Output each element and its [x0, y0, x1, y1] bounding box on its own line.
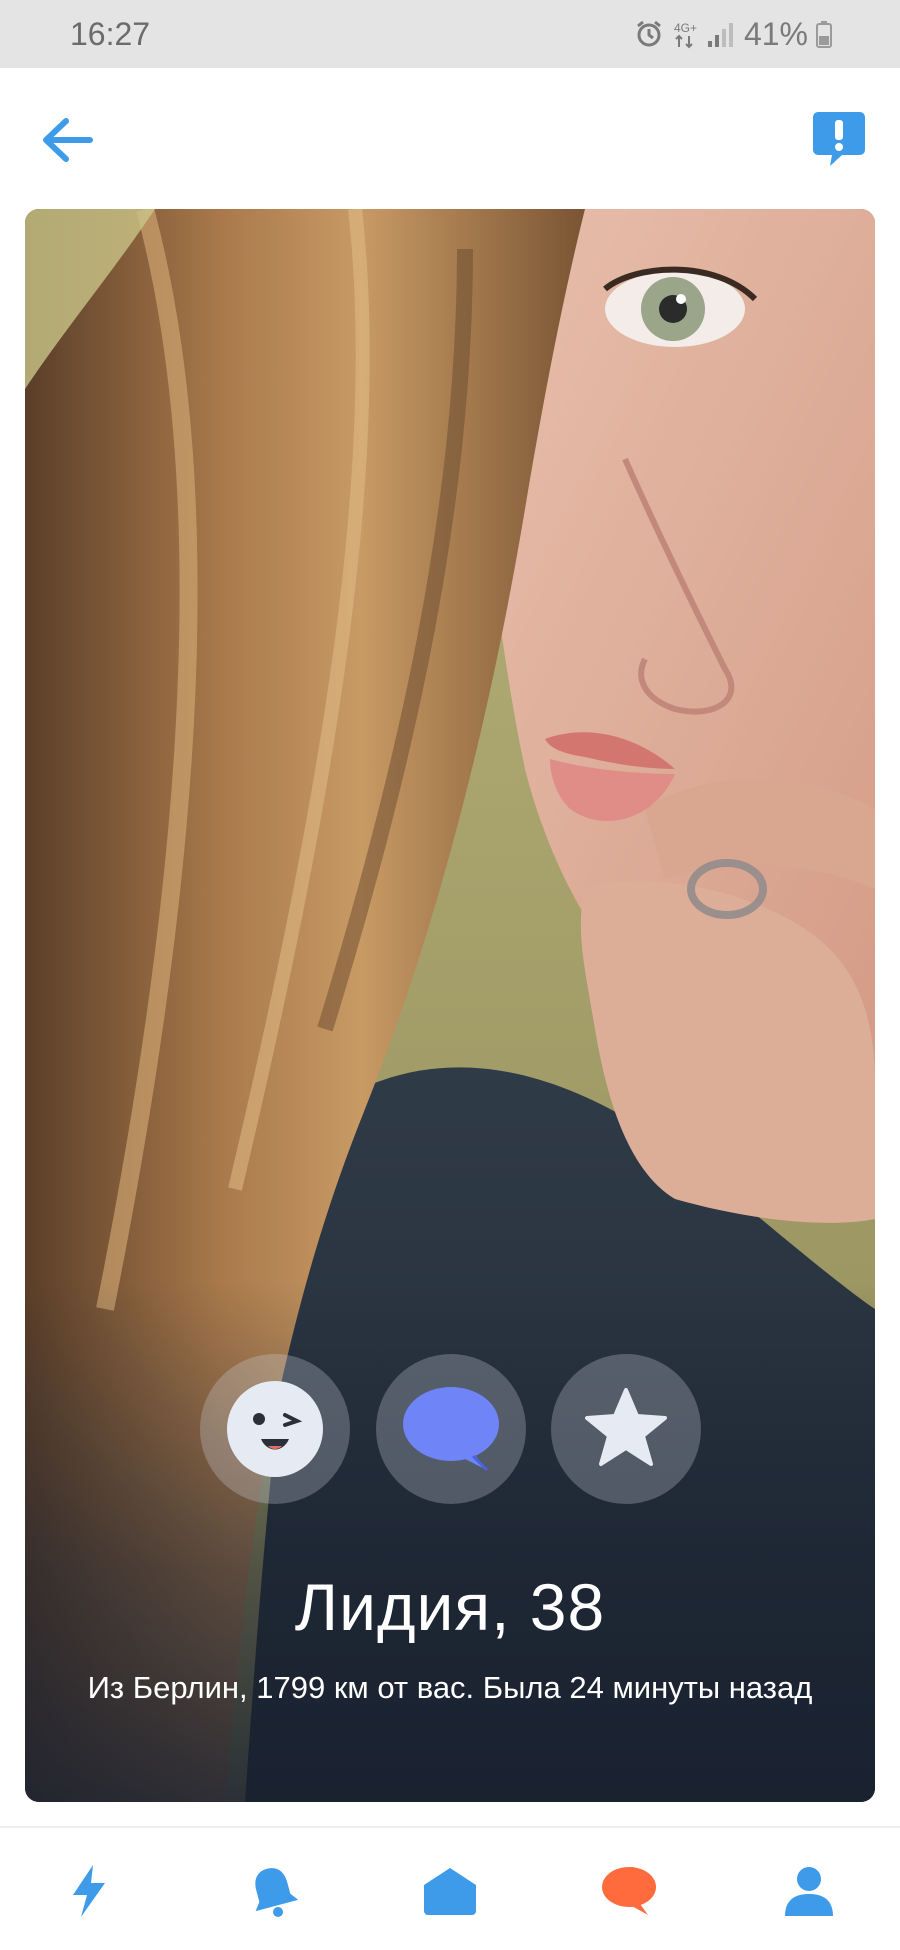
report-button[interactable] [812, 110, 866, 170]
profile-name: Лидия, 38 [294, 1570, 606, 1644]
chat-icon [602, 1867, 656, 1915]
status-bar: 16:27 4G+ 41% [0, 0, 900, 68]
profile-details: Из Берлин, 1799 км от вас. Была 24 минут… [87, 1670, 813, 1705]
svg-text:4G+: 4G+ [674, 21, 697, 35]
arrow-left-icon [43, 118, 93, 162]
chat-bubble-icon [403, 1387, 499, 1472]
back-button[interactable] [38, 110, 98, 170]
bell-icon [255, 1868, 298, 1917]
favorite-button[interactable] [551, 1354, 701, 1504]
top-bar [0, 68, 900, 208]
message-button[interactable] [376, 1354, 526, 1504]
nav-profile[interactable] [774, 1856, 844, 1926]
profile-card[interactable]: Лидия, 38 Из Берлин, 1799 км от вас. Был… [25, 209, 875, 1802]
status-time: 16:27 [70, 16, 151, 52]
star-icon [585, 1388, 667, 1466]
signal-icon [707, 23, 733, 47]
nav-messages[interactable] [594, 1856, 664, 1926]
wink-button[interactable] [200, 1354, 350, 1504]
network-4g-icon: 4G+ [674, 21, 697, 49]
nav-flash[interactable] [54, 1856, 124, 1926]
alarm-icon [637, 20, 661, 47]
nav-home[interactable] [415, 1856, 485, 1926]
bottom-nav [0, 1826, 900, 1950]
battery-percent: 41% [743, 15, 808, 52]
battery-icon [816, 21, 832, 48]
lightning-icon [73, 1865, 105, 1917]
home-icon [424, 1868, 476, 1915]
profile-actions [25, 1354, 875, 1504]
status-icons: 4G+ 41% [634, 14, 832, 54]
user-icon [785, 1867, 833, 1916]
nav-notifications[interactable] [238, 1856, 308, 1926]
report-icon [813, 112, 865, 166]
wink-face-icon [227, 1381, 323, 1477]
